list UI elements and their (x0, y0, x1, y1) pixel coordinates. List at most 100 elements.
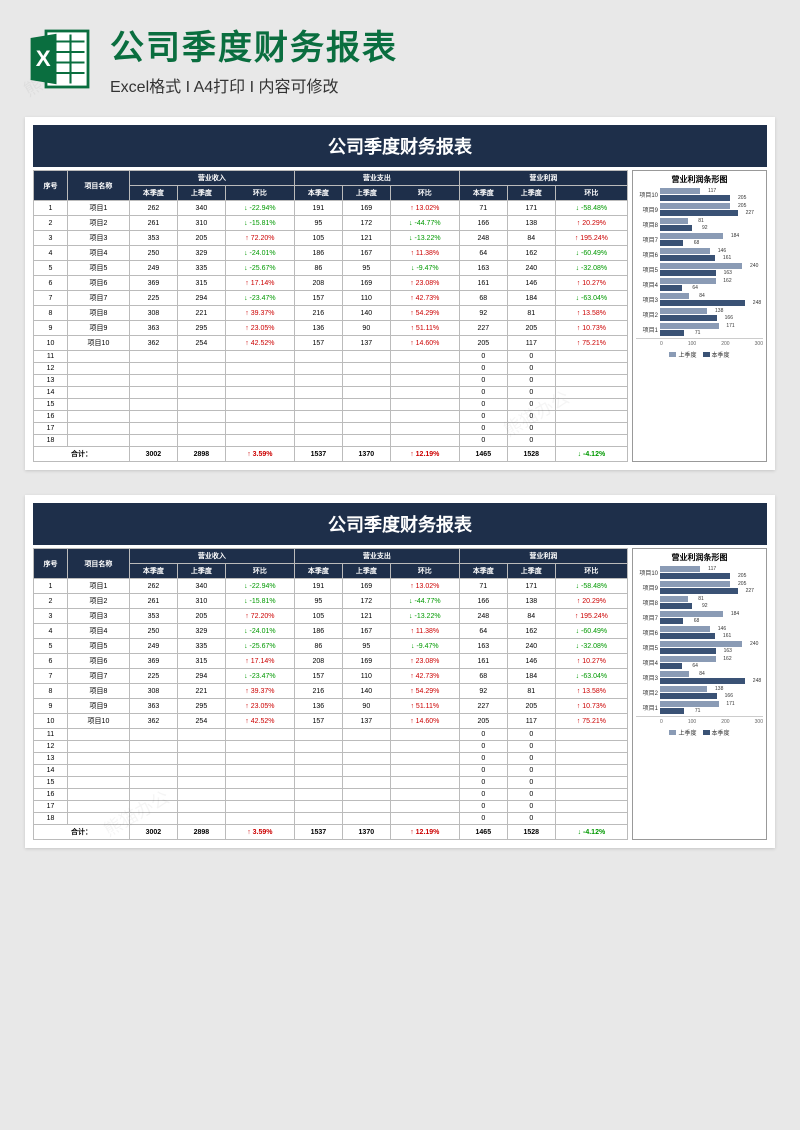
chart-row: 项目5240163 (636, 641, 763, 654)
col-prev: 上季度 (177, 564, 225, 579)
table-row: 2项目2261310↓ -15.81%95172↓ -44.77%166138↑… (34, 594, 628, 609)
colgroup-expense: 营业支出 (294, 171, 459, 186)
chart-legend: 上季度本季度 (636, 350, 763, 359)
page-title: 公司季度财务报表 (110, 20, 775, 69)
table-row: 5项目5249335↓ -25.67%8695↓ -9.47%163240↓ -… (34, 639, 628, 654)
page-subtitle: Excel格式 I A4打印 I 内容可修改 (110, 73, 775, 97)
table-row: 5项目5249335↓ -25.67%8695↓ -9.47%163240↓ -… (34, 261, 628, 276)
excel-icon: X (25, 24, 95, 94)
finance-table: 序号项目名称营业收入营业支出营业利润本季度上季度环比本季度上季度环比本季度上季度… (33, 170, 628, 462)
table-row: 1300 (34, 753, 628, 765)
table-row: 10项目10362254↑ 42.52%157137↑ 14.60%205117… (34, 336, 628, 351)
table-row: 6项目6369315↑ 17.14%208169↑ 23.08%161146↑ … (34, 276, 628, 291)
chart-row: 项目88192 (636, 596, 763, 609)
table-row: 3项目3353205↑ 72.20%105121↓ -13.22%24884↑ … (34, 609, 628, 624)
table-row: 9项目9363295↑ 23.05%13690↑ 51.11%227205↑ 1… (34, 699, 628, 714)
col-seq: 序号 (34, 549, 68, 579)
chart-title: 营业利润条形图 (636, 174, 763, 185)
sheet-title: 公司季度财务报表 (33, 125, 767, 167)
table-row: 3项目3353205↑ 72.20%105121↓ -13.22%24884↑ … (34, 231, 628, 246)
col-prev: 上季度 (177, 186, 225, 201)
table-row: 2项目2261310↓ -15.81%95172↓ -44.77%166138↑… (34, 216, 628, 231)
chart-row: 项目384248 (636, 671, 763, 684)
col-curr: 本季度 (294, 186, 342, 201)
table-row: 1700 (34, 423, 628, 435)
colgroup-profit: 营业利润 (459, 171, 627, 186)
chart-row: 项目117171 (636, 701, 763, 714)
table-row: 1400 (34, 765, 628, 777)
col-seq: 序号 (34, 171, 68, 201)
sheet-preview-1: 公司季度财务报表序号项目名称营业收入营业支出营业利润本季度上季度环比本季度上季度… (25, 117, 775, 470)
chart-row: 项目416264 (636, 656, 763, 669)
totals-row: 合计：30022898↑ 3.59%15371370↑ 12.19%146515… (34, 825, 628, 840)
table-row: 1500 (34, 777, 628, 789)
chart-axis: 0100200300 (636, 716, 763, 725)
col-name: 项目名称 (67, 549, 129, 579)
profit-bar-chart: 营业利润条形图项目10117205 项目9205227 项目88192 项目71846… (632, 170, 767, 462)
chart-row: 项目9205227 (636, 203, 763, 216)
chart-row: 项目718468 (636, 611, 763, 624)
chart-row: 项目416264 (636, 278, 763, 291)
table-row: 1400 (34, 387, 628, 399)
table-row: 1700 (34, 801, 628, 813)
table-row: 1项目1262340↓ -22.94%191169↑ 13.02%71171↓ … (34, 579, 628, 594)
col-change: 环比 (225, 186, 294, 201)
table-row: 1200 (34, 741, 628, 753)
table-row: 1300 (34, 375, 628, 387)
table-row: 4项目4250329↓ -24.01%186167↑ 11.38%64162↓ … (34, 246, 628, 261)
table-row: 1800 (34, 813, 628, 825)
chart-legend: 上季度本季度 (636, 728, 763, 737)
table-row: 8项目8308221↑ 39.37%216140↑ 54.29%9281↑ 13… (34, 684, 628, 699)
col-curr: 本季度 (129, 186, 177, 201)
svg-text:X: X (36, 46, 51, 71)
col-change: 环比 (390, 186, 459, 201)
table-row: 9项目9363295↑ 23.05%13690↑ 51.11%227205↑ 1… (34, 321, 628, 336)
col-change: 环比 (555, 186, 627, 201)
profit-bar-chart: 营业利润条形图项目10117205 项目9205227 项目88192 项目71846… (632, 548, 767, 840)
colgroup-profit: 营业利润 (459, 549, 627, 564)
col-name: 项目名称 (67, 171, 129, 201)
colgroup-revenue: 营业收入 (129, 549, 294, 564)
chart-row: 项目718468 (636, 233, 763, 246)
table-row: 4项目4250329↓ -24.01%186167↑ 11.38%64162↓ … (34, 624, 628, 639)
sheet-preview-2: 公司季度财务报表序号项目名称营业收入营业支出营业利润本季度上季度环比本季度上季度… (25, 495, 775, 848)
chart-axis: 0100200300 (636, 338, 763, 347)
col-prev: 上季度 (342, 564, 390, 579)
table-row: 7项目7225294↓ -23.47%157110↑ 42.73%68184↓ … (34, 669, 628, 684)
chart-row: 项目2138166 (636, 686, 763, 699)
table-row: 10项目10362254↑ 42.52%157137↑ 14.60%205117… (34, 714, 628, 729)
chart-row: 项目9205227 (636, 581, 763, 594)
chart-row: 项目2138166 (636, 308, 763, 321)
table-row: 8项目8308221↑ 39.37%216140↑ 54.29%9281↑ 13… (34, 306, 628, 321)
colgroup-expense: 营业支出 (294, 549, 459, 564)
table-row: 1200 (34, 363, 628, 375)
col-curr: 本季度 (459, 564, 507, 579)
chart-row: 项目117171 (636, 323, 763, 336)
table-row: 1项目1262340↓ -22.94%191169↑ 13.02%71171↓ … (34, 201, 628, 216)
col-change: 环比 (555, 564, 627, 579)
chart-row: 项目6146161 (636, 248, 763, 261)
col-change: 环比 (390, 564, 459, 579)
finance-table: 序号项目名称营业收入营业支出营业利润本季度上季度环比本季度上季度环比本季度上季度… (33, 548, 628, 840)
table-row: 6项目6369315↑ 17.14%208169↑ 23.08%161146↑ … (34, 654, 628, 669)
chart-row: 项目5240163 (636, 263, 763, 276)
colgroup-revenue: 营业收入 (129, 171, 294, 186)
chart-title: 营业利润条形图 (636, 552, 763, 563)
table-row: 1100 (34, 351, 628, 363)
chart-row: 项目10117205 (636, 188, 763, 201)
col-curr: 本季度 (459, 186, 507, 201)
chart-row: 项目88192 (636, 218, 763, 231)
col-change: 环比 (225, 564, 294, 579)
totals-row: 合计：30022898↑ 3.59%15371370↑ 12.19%146515… (34, 447, 628, 462)
table-row: 1100 (34, 729, 628, 741)
table-row: 1600 (34, 789, 628, 801)
col-curr: 本季度 (294, 564, 342, 579)
sheets-container: 公司季度财务报表序号项目名称营业收入营业支出营业利润本季度上季度环比本季度上季度… (0, 107, 800, 873)
table-row: 1600 (34, 411, 628, 423)
table-row: 1800 (34, 435, 628, 447)
table-row: 1500 (34, 399, 628, 411)
chart-row: 项目10117205 (636, 566, 763, 579)
col-prev: 上季度 (342, 186, 390, 201)
col-prev: 上季度 (507, 564, 555, 579)
col-prev: 上季度 (507, 186, 555, 201)
